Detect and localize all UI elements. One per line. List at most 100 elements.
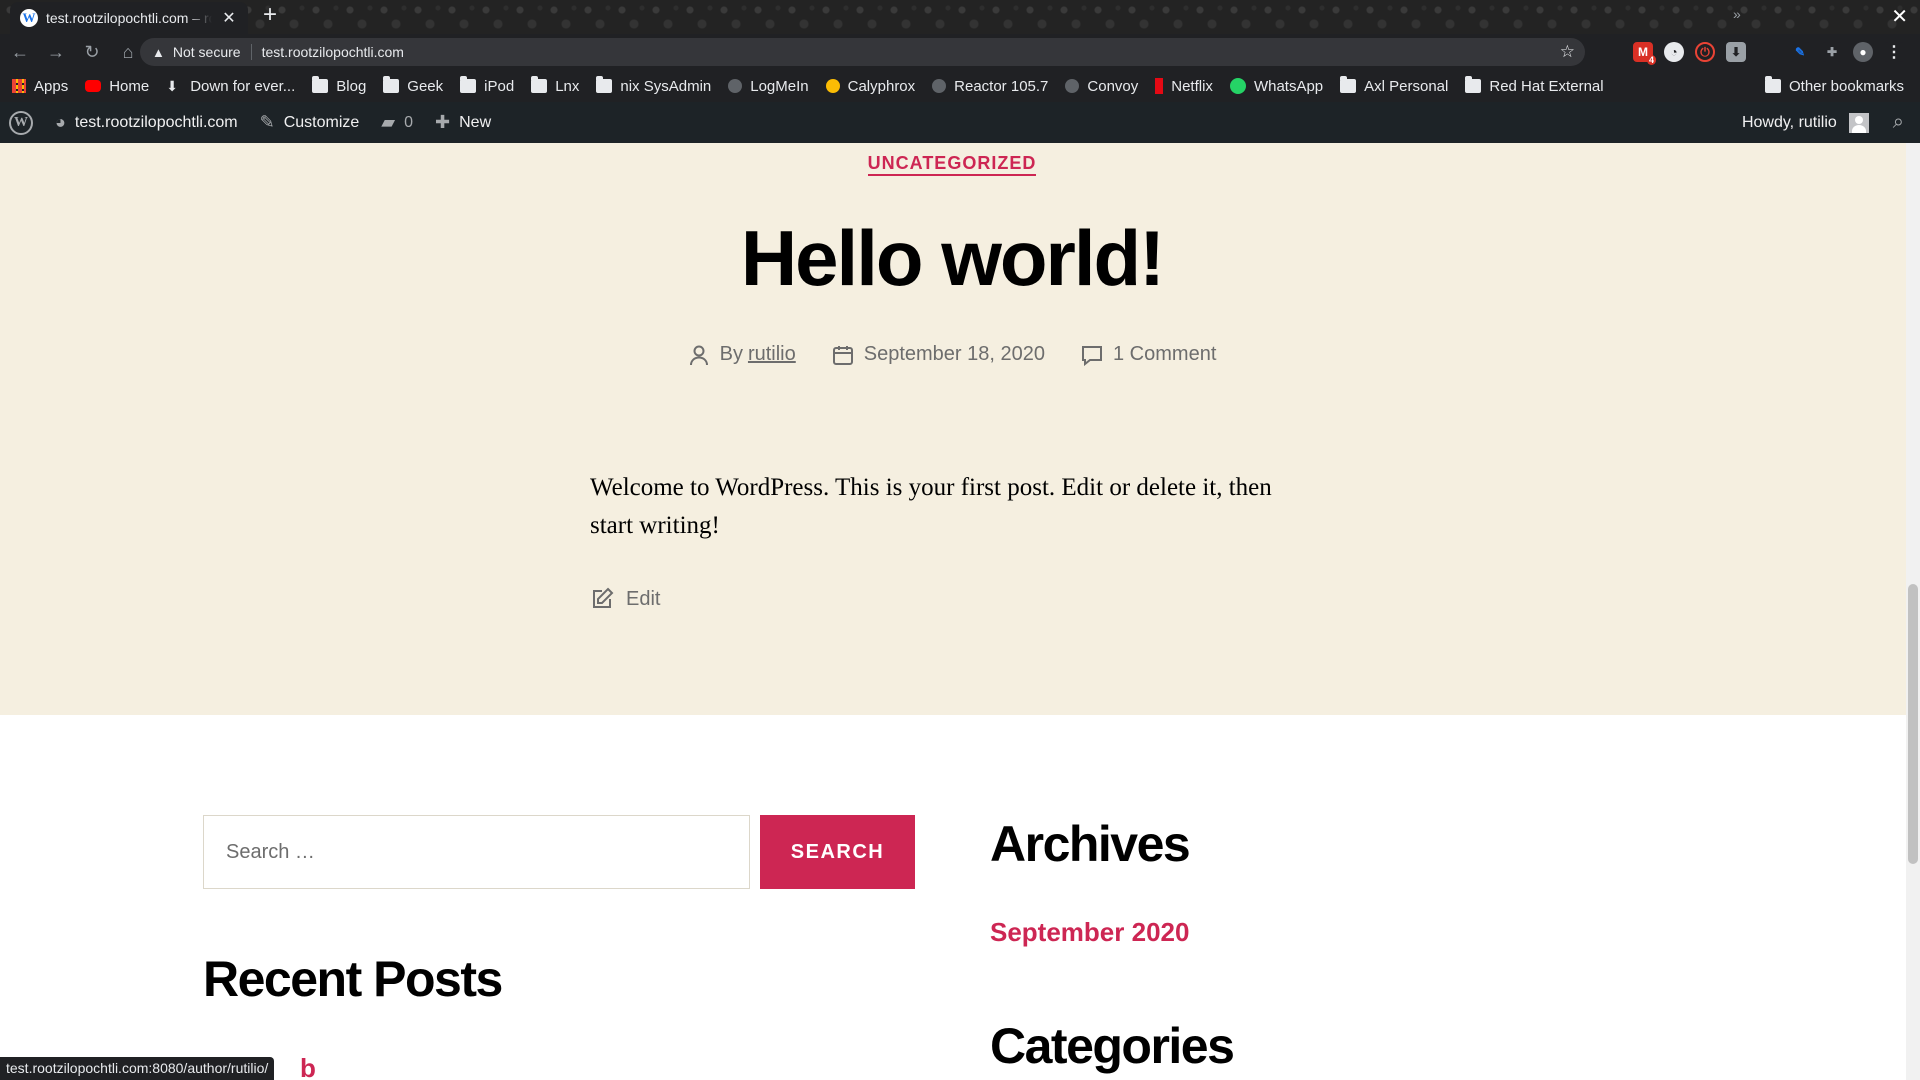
other-bookmarks[interactable]: Other bookmarks xyxy=(1765,70,1920,102)
search-button[interactable]: SEARCH xyxy=(760,815,915,889)
bookmark-label: LogMeIn xyxy=(750,77,809,95)
search-input[interactable]: Search … xyxy=(203,815,750,889)
calendar-icon xyxy=(832,345,853,365)
bookmark-item[interactable]: Red Hat External xyxy=(1465,76,1604,95)
back-arrow-icon[interactable]: ← xyxy=(4,36,36,68)
recent-post-link[interactable]: b xyxy=(300,1053,316,1080)
bookmark-item[interactable]: ⬇ Down for ever... xyxy=(166,78,295,95)
power-extension-icon[interactable]: ⏻ xyxy=(1695,42,1715,62)
author-link[interactable]: rutilio xyxy=(748,343,796,366)
link-status-bubble: test.rootzilopochtli.com:8080/author/rut… xyxy=(0,1057,275,1080)
folder-icon xyxy=(531,76,548,93)
wordpress-favicon-icon: W xyxy=(20,9,38,27)
profile-avatar-icon[interactable]: ● xyxy=(1853,42,1873,62)
bookmark-label: Apps xyxy=(34,77,69,95)
calyphrox-icon xyxy=(825,79,840,93)
category-link[interactable]: UNCATEGORIZED xyxy=(867,153,1037,176)
by-label: By xyxy=(719,343,743,365)
admin-comments-link[interactable]: ▰ 0 xyxy=(381,112,413,133)
bookmark-item[interactable]: Blog xyxy=(312,76,367,95)
folder-icon xyxy=(1340,76,1357,93)
browser-tab-active[interactable]: W test.rootzilopochtli.com – rootzilopoc… xyxy=(10,2,248,34)
comments-link[interactable]: 1 Comment xyxy=(1113,343,1216,366)
chrome-menu-icon[interactable]: ⋮ xyxy=(1884,42,1904,62)
bookmark-item[interactable]: Convoy xyxy=(1065,78,1138,95)
globe-icon xyxy=(728,79,743,93)
bookmark-label: iPod xyxy=(484,77,515,95)
archive-link-september-2020[interactable]: September 2020 xyxy=(990,917,1189,948)
address-bar[interactable]: ▲ Not secure test.rootzilopochtli.com ☆ xyxy=(140,38,1585,66)
bookmark-item[interactable]: nix SysAdmin xyxy=(596,76,711,95)
bookmark-item[interactable]: Lnx xyxy=(531,76,580,95)
post-date-text[interactable]: September 18, 2020 xyxy=(864,343,1045,366)
wp-admin-bar: W ◕ test.rootzilopochtli.com ✎ Customize… xyxy=(0,102,1920,143)
bookmark-item[interactable]: Home xyxy=(85,78,149,95)
post-edit-link[interactable]: Edit xyxy=(590,587,660,611)
admin-site-link[interactable]: ◕ test.rootzilopochtli.com xyxy=(55,112,238,133)
pen-extension-icon[interactable]: ✎ xyxy=(1790,42,1810,62)
bookmark-item[interactable]: LogMeIn xyxy=(728,77,809,95)
post-category: UNCATEGORIZED xyxy=(0,153,1904,176)
post-meta: By rutilio September 18, 2020 1 Comment xyxy=(0,343,1904,366)
user-avatar[interactable] xyxy=(1848,112,1869,133)
bookmark-item[interactable]: Reactor 105.7 xyxy=(932,78,1048,95)
bookmark-label: Red Hat External xyxy=(1489,77,1604,95)
bookmark-item[interactable]: WhatsApp xyxy=(1229,78,1323,95)
edit-pencil-icon xyxy=(593,587,614,608)
window-close-icon[interactable]: ✕ xyxy=(1891,4,1908,29)
bookmark-label: Calyphrox xyxy=(847,77,916,95)
reload-icon[interactable]: ↻ xyxy=(76,36,108,68)
bookmark-item[interactable]: Netflix xyxy=(1155,78,1213,95)
globe-icon xyxy=(932,79,947,93)
post-body: Welcome to WordPress. This is your first… xyxy=(590,474,1272,539)
widgets-section: Search … SEARCH Recent Posts b Archives … xyxy=(0,715,1920,1080)
download-extension-icon[interactable]: ⬇ xyxy=(1726,42,1746,62)
folder-icon xyxy=(460,76,477,93)
down-arrow-icon: ⬇ xyxy=(166,78,178,94)
bookmark-label: Netflix xyxy=(1171,77,1213,95)
brush-icon: ✎ xyxy=(259,112,275,132)
admin-new-link[interactable]: ✚ New xyxy=(435,112,491,133)
bookmark-item[interactable]: iPod xyxy=(460,76,515,95)
more-bookmarks-chevron-icon[interactable]: » xyxy=(1733,6,1741,22)
admin-new-label: New xyxy=(459,113,492,131)
notification-badge: 4 xyxy=(1646,55,1656,65)
apps-grid-icon xyxy=(12,79,26,93)
plus-icon: ✚ xyxy=(435,112,451,132)
gmail-extension-icon[interactable]: 4M xyxy=(1633,42,1656,65)
speed-extension-icon[interactable]: ◔ xyxy=(1664,42,1684,62)
admin-search-icon[interactable]: ⌕ xyxy=(1893,111,1904,134)
bookmarks-bar: Apps Home ⬇ Down for ever... Blog Geek iPod Lnx… xyxy=(0,70,1920,102)
whatsapp-icon xyxy=(1229,78,1246,94)
admin-customize-link[interactable]: ✎ Customize xyxy=(260,112,360,133)
comment-icon xyxy=(1082,345,1102,366)
forward-arrow-icon[interactable]: → xyxy=(40,36,72,68)
bookmark-item[interactable]: Axl Personal xyxy=(1340,76,1448,95)
bookmark-label: Blog xyxy=(336,77,367,95)
dashboard-gauge-icon: ◕ xyxy=(55,112,66,132)
browser-toolbar: ← → ↻ ⌂ ▲ Not secure test.rootzilopochtl… xyxy=(0,34,1920,70)
wordpress-logo-icon[interactable]: W xyxy=(9,110,33,135)
scrollbar-thumb[interactable] xyxy=(1908,584,1918,864)
tab-strip: W test.rootzilopochtli.com – rootzilopoc… xyxy=(0,0,1920,34)
bookmark-item[interactable]: Calyphrox xyxy=(825,77,916,95)
bookmark-label: Home xyxy=(109,77,150,95)
admin-howdy-label[interactable]: Howdy, rutilio xyxy=(1742,114,1837,132)
other-bookmarks-label: Other bookmarks xyxy=(1789,77,1905,95)
post-comments: 1 Comment xyxy=(1081,343,1216,366)
user-icon xyxy=(689,345,708,365)
url-text[interactable]: test.rootzilopochtli.com xyxy=(262,44,404,60)
bookmark-label: Lnx xyxy=(555,77,580,95)
tab-close-icon[interactable]: ✕ xyxy=(220,8,238,28)
bookmark-star-icon[interactable]: ☆ xyxy=(1560,42,1575,62)
folder-icon xyxy=(312,76,329,93)
extensions-puzzle-icon[interactable]: ✚ xyxy=(1822,42,1842,62)
post-title[interactable]: Hello world! xyxy=(0,213,1904,304)
not-secure-label[interactable]: Not secure xyxy=(173,44,241,60)
bookmark-label: Reactor 105.7 xyxy=(954,77,1049,95)
bookmark-item[interactable]: Apps xyxy=(12,78,68,95)
omnibox-divider xyxy=(250,44,252,60)
new-tab-button[interactable]: + xyxy=(258,3,282,28)
bookmark-item[interactable]: Geek xyxy=(383,76,443,95)
categories-heading: Categories xyxy=(990,1018,1235,1074)
